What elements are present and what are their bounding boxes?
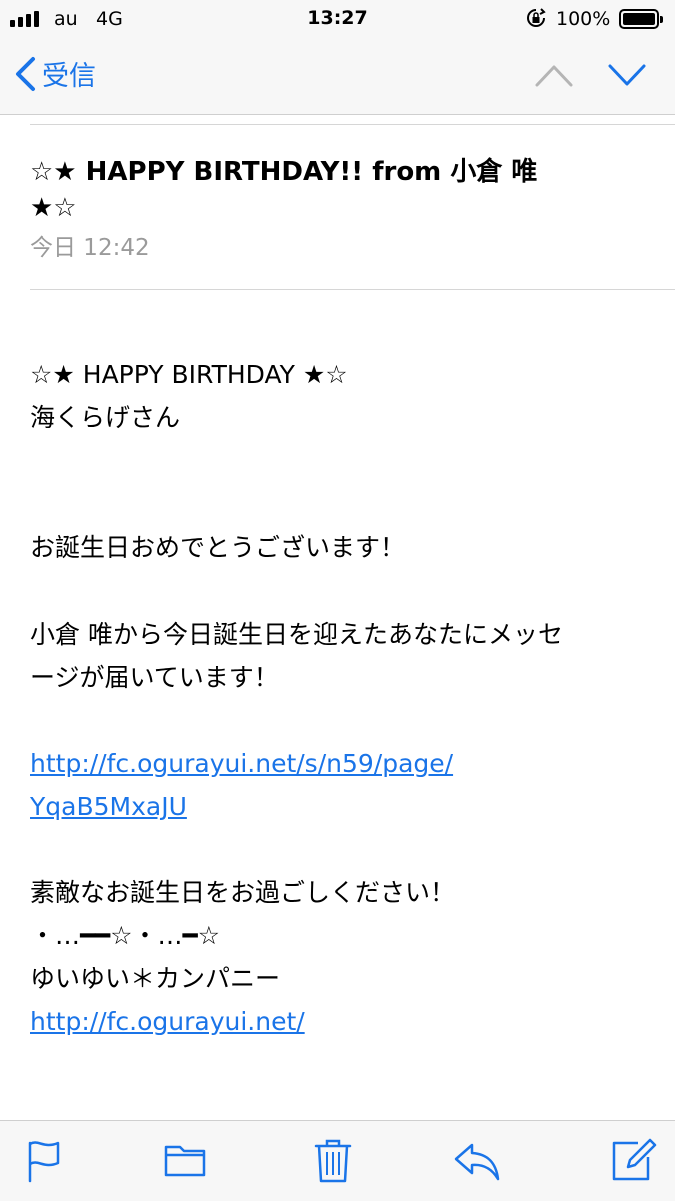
battery-icon <box>619 9 663 29</box>
email-date: 今日 12:42 <box>30 235 150 261</box>
header-divider-top <box>30 124 675 125</box>
folder-icon[interactable] <box>160 1135 210 1185</box>
greeting-title: ☆★ HAPPY BIRTHDAY ★☆ <box>30 360 348 389</box>
message-line1: 小倉 唯から今日誕生日を迎えたあなたにメッセ <box>30 620 563 649</box>
chevron-left-icon <box>16 56 35 91</box>
email-subject-line2: ★☆ <box>30 193 77 223</box>
navigation-bar: 受信 <box>0 38 675 115</box>
chevron-down-icon[interactable] <box>607 62 647 88</box>
bottom-toolbar <box>0 1120 675 1201</box>
rotation-lock-icon <box>527 8 546 27</box>
signature: ゆいゆい＊カンパニー <box>30 964 281 993</box>
birthday-link[interactable]: http://fc.ogurayui.net/s/n59/page/ YqaB5… <box>30 747 650 824</box>
email-subject: ☆★ HAPPY BIRTHDAY!! from 小倉 唯 ★☆ <box>30 154 590 226</box>
status-bar: au 4G 13:27 100% <box>0 0 675 38</box>
trash-icon[interactable] <box>308 1135 358 1185</box>
fanclub-link[interactable]: http://fc.ogurayui.net/ <box>30 1005 650 1039</box>
header-divider-bottom <box>30 289 675 290</box>
decoration-line: ・…━━☆・…━☆ <box>30 921 220 950</box>
closing-text: 素敵なお誕生日をお過ごしください！ <box>30 878 456 907</box>
back-button[interactable]: 受信 <box>14 54 96 93</box>
message-line2: ージが届いています！ <box>30 663 279 692</box>
chevron-up-icon[interactable] <box>534 62 574 88</box>
recipient-name: 海くらげさん <box>30 403 181 432</box>
birthday-link-line2[interactable]: YqaB5MxaJU <box>30 790 650 824</box>
congratulations-text: お誕生日おめでとうございます！ <box>30 533 406 562</box>
birthday-link-line1[interactable]: http://fc.ogurayui.net/s/n59/page/ <box>30 747 650 781</box>
compose-icon[interactable] <box>608 1135 658 1185</box>
reply-icon[interactable] <box>452 1135 502 1185</box>
back-button-label: 受信 <box>42 61 96 92</box>
email-subject-line1: ☆★ HAPPY BIRTHDAY!! from 小倉 唯 <box>30 157 538 187</box>
battery-percent: 100% <box>556 8 611 30</box>
flag-icon[interactable] <box>20 1135 70 1185</box>
